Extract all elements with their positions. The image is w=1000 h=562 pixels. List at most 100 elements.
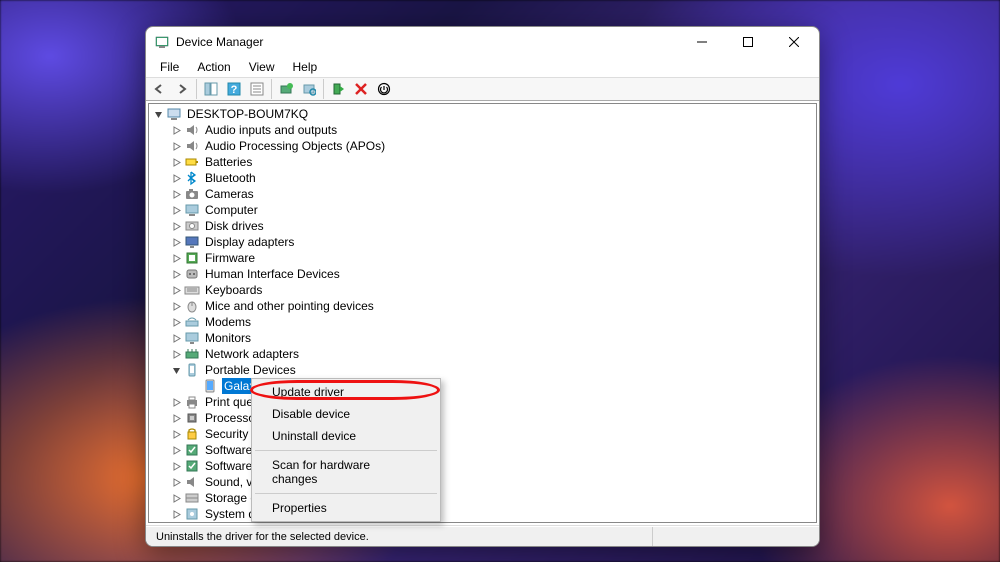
tree-expander-icon[interactable] <box>171 125 182 136</box>
cpu-icon <box>184 410 200 426</box>
tree-expander-icon[interactable] <box>171 141 182 152</box>
speaker-icon <box>184 138 200 154</box>
tree-expander-icon[interactable] <box>171 349 182 360</box>
tree-category[interactable]: Software <box>149 442 816 458</box>
tree-category[interactable]: Mice and other pointing devices <box>149 298 816 314</box>
tree-expander-icon[interactable] <box>171 205 182 216</box>
tree-category[interactable]: Processor <box>149 410 816 426</box>
tree-category-label: Firmware <box>204 250 256 266</box>
context-menu-item[interactable]: Disable device <box>254 403 438 425</box>
software-icon <box>184 442 200 458</box>
tree-category[interactable]: Portable Devices <box>149 362 816 378</box>
tree-expander-icon[interactable] <box>171 509 182 520</box>
tree-expander-icon[interactable] <box>171 429 182 440</box>
enable-device-button[interactable] <box>327 78 349 100</box>
tree-expander-icon[interactable] <box>171 269 182 280</box>
svg-text:?: ? <box>231 84 238 96</box>
camera-icon <box>184 186 200 202</box>
disk-icon <box>184 218 200 234</box>
network-icon <box>184 346 200 362</box>
tree-expander-icon[interactable] <box>171 397 182 408</box>
portable-icon <box>184 362 200 378</box>
context-menu: Update driverDisable deviceUninstall dev… <box>251 378 441 522</box>
tree-expander-icon[interactable] <box>171 285 182 296</box>
tree-category-label: Portable Devices <box>204 362 297 378</box>
tree-category-label: Batteries <box>204 154 253 170</box>
back-button[interactable] <box>148 78 170 100</box>
tree-category[interactable]: Audio Processing Objects (APOs) <box>149 138 816 154</box>
menu-action[interactable]: Action <box>189 59 238 75</box>
storage-icon <box>184 490 200 506</box>
tree-category[interactable]: Sound, vi <box>149 474 816 490</box>
tree-category[interactable]: Display adapters <box>149 234 816 250</box>
menubar: File Action View Help <box>146 57 819 77</box>
device-tree-scroll[interactable]: DESKTOP-BOUM7KQAudio inputs and outputsA… <box>148 103 817 523</box>
speaker-icon <box>184 122 200 138</box>
tree-expander-icon[interactable] <box>171 461 182 472</box>
tree-category[interactable]: Cameras <box>149 186 816 202</box>
tree-category-label: Keyboards <box>204 282 263 298</box>
firmware-icon <box>184 250 200 266</box>
tree-expander-icon[interactable] <box>171 333 182 344</box>
tree-expander-icon[interactable] <box>171 317 182 328</box>
context-menu-item[interactable]: Uninstall device <box>254 425 438 447</box>
tree-category[interactable]: System devices <box>149 506 816 522</box>
tree-category[interactable]: Network adapters <box>149 346 816 362</box>
tree-category[interactable]: Audio inputs and outputs <box>149 122 816 138</box>
forward-button[interactable] <box>171 78 193 100</box>
tree-expander-icon[interactable] <box>171 253 182 264</box>
close-button[interactable] <box>771 27 817 57</box>
menu-help[interactable]: Help <box>285 59 326 75</box>
maximize-button[interactable] <box>725 27 771 57</box>
tree-category[interactable]: Bluetooth <box>149 170 816 186</box>
tree-category[interactable]: Modems <box>149 314 816 330</box>
context-menu-item[interactable]: Properties <box>254 497 438 519</box>
tree-category[interactable]: Batteries <box>149 154 816 170</box>
tree-expander-icon[interactable] <box>171 301 182 312</box>
tree-expander-icon[interactable] <box>171 189 182 200</box>
tree-category[interactable]: Human Interface Devices <box>149 266 816 282</box>
tree-category[interactable]: Security c <box>149 426 816 442</box>
show-hide-tree-button[interactable] <box>200 78 222 100</box>
tree-root-label: DESKTOP-BOUM7KQ <box>186 106 309 122</box>
scan-hardware-button[interactable] <box>298 78 320 100</box>
tree-expander-icon[interactable] <box>171 445 182 456</box>
tree-expander-icon[interactable] <box>171 237 182 248</box>
tree-category[interactable]: Computer <box>149 202 816 218</box>
tree-category-label: Audio Processing Objects (APOs) <box>204 138 386 154</box>
titlebar[interactable]: Device Manager <box>146 27 819 57</box>
statusbar: Uninstalls the driver for the selected d… <box>146 526 819 546</box>
properties-button[interactable] <box>246 78 268 100</box>
tree-expander-icon[interactable] <box>171 173 182 184</box>
tree-expander-icon[interactable] <box>171 221 182 232</box>
tree-category[interactable]: Disk drives <box>149 218 816 234</box>
context-menu-item[interactable]: Update driver <box>254 381 438 403</box>
tree-expander-icon[interactable] <box>171 157 182 168</box>
help-button[interactable]: ? <box>223 78 245 100</box>
disable-device-button[interactable] <box>373 78 395 100</box>
printer-icon <box>184 394 200 410</box>
tree-expander-icon[interactable] <box>171 413 182 424</box>
context-menu-item[interactable]: Scan for hardware changes <box>254 454 438 490</box>
tree-category[interactable]: Software <box>149 458 816 474</box>
tree-expander-icon[interactable] <box>171 493 182 504</box>
tree-category[interactable]: Monitors <box>149 330 816 346</box>
tree-category[interactable]: Storage c <box>149 490 816 506</box>
tree-category[interactable]: Firmware <box>149 250 816 266</box>
tree-expander-icon[interactable] <box>153 109 164 120</box>
tree-category[interactable]: Print que <box>149 394 816 410</box>
tree-root[interactable]: DESKTOP-BOUM7KQ <box>149 106 816 122</box>
tree-category-label: Network adapters <box>204 346 300 362</box>
tree-category-label: Mice and other pointing devices <box>204 298 375 314</box>
tree-category[interactable]: Keyboards <box>149 282 816 298</box>
uninstall-device-button[interactable] <box>350 78 372 100</box>
menu-view[interactable]: View <box>241 59 283 75</box>
security-icon <box>184 426 200 442</box>
tree-expander-icon[interactable] <box>171 365 182 376</box>
keyboard-icon <box>184 282 200 298</box>
tree-device[interactable]: Galaxy A34 <box>149 378 816 394</box>
menu-file[interactable]: File <box>152 59 187 75</box>
update-driver-button[interactable] <box>275 78 297 100</box>
tree-expander-icon[interactable] <box>171 477 182 488</box>
minimize-button[interactable] <box>679 27 725 57</box>
